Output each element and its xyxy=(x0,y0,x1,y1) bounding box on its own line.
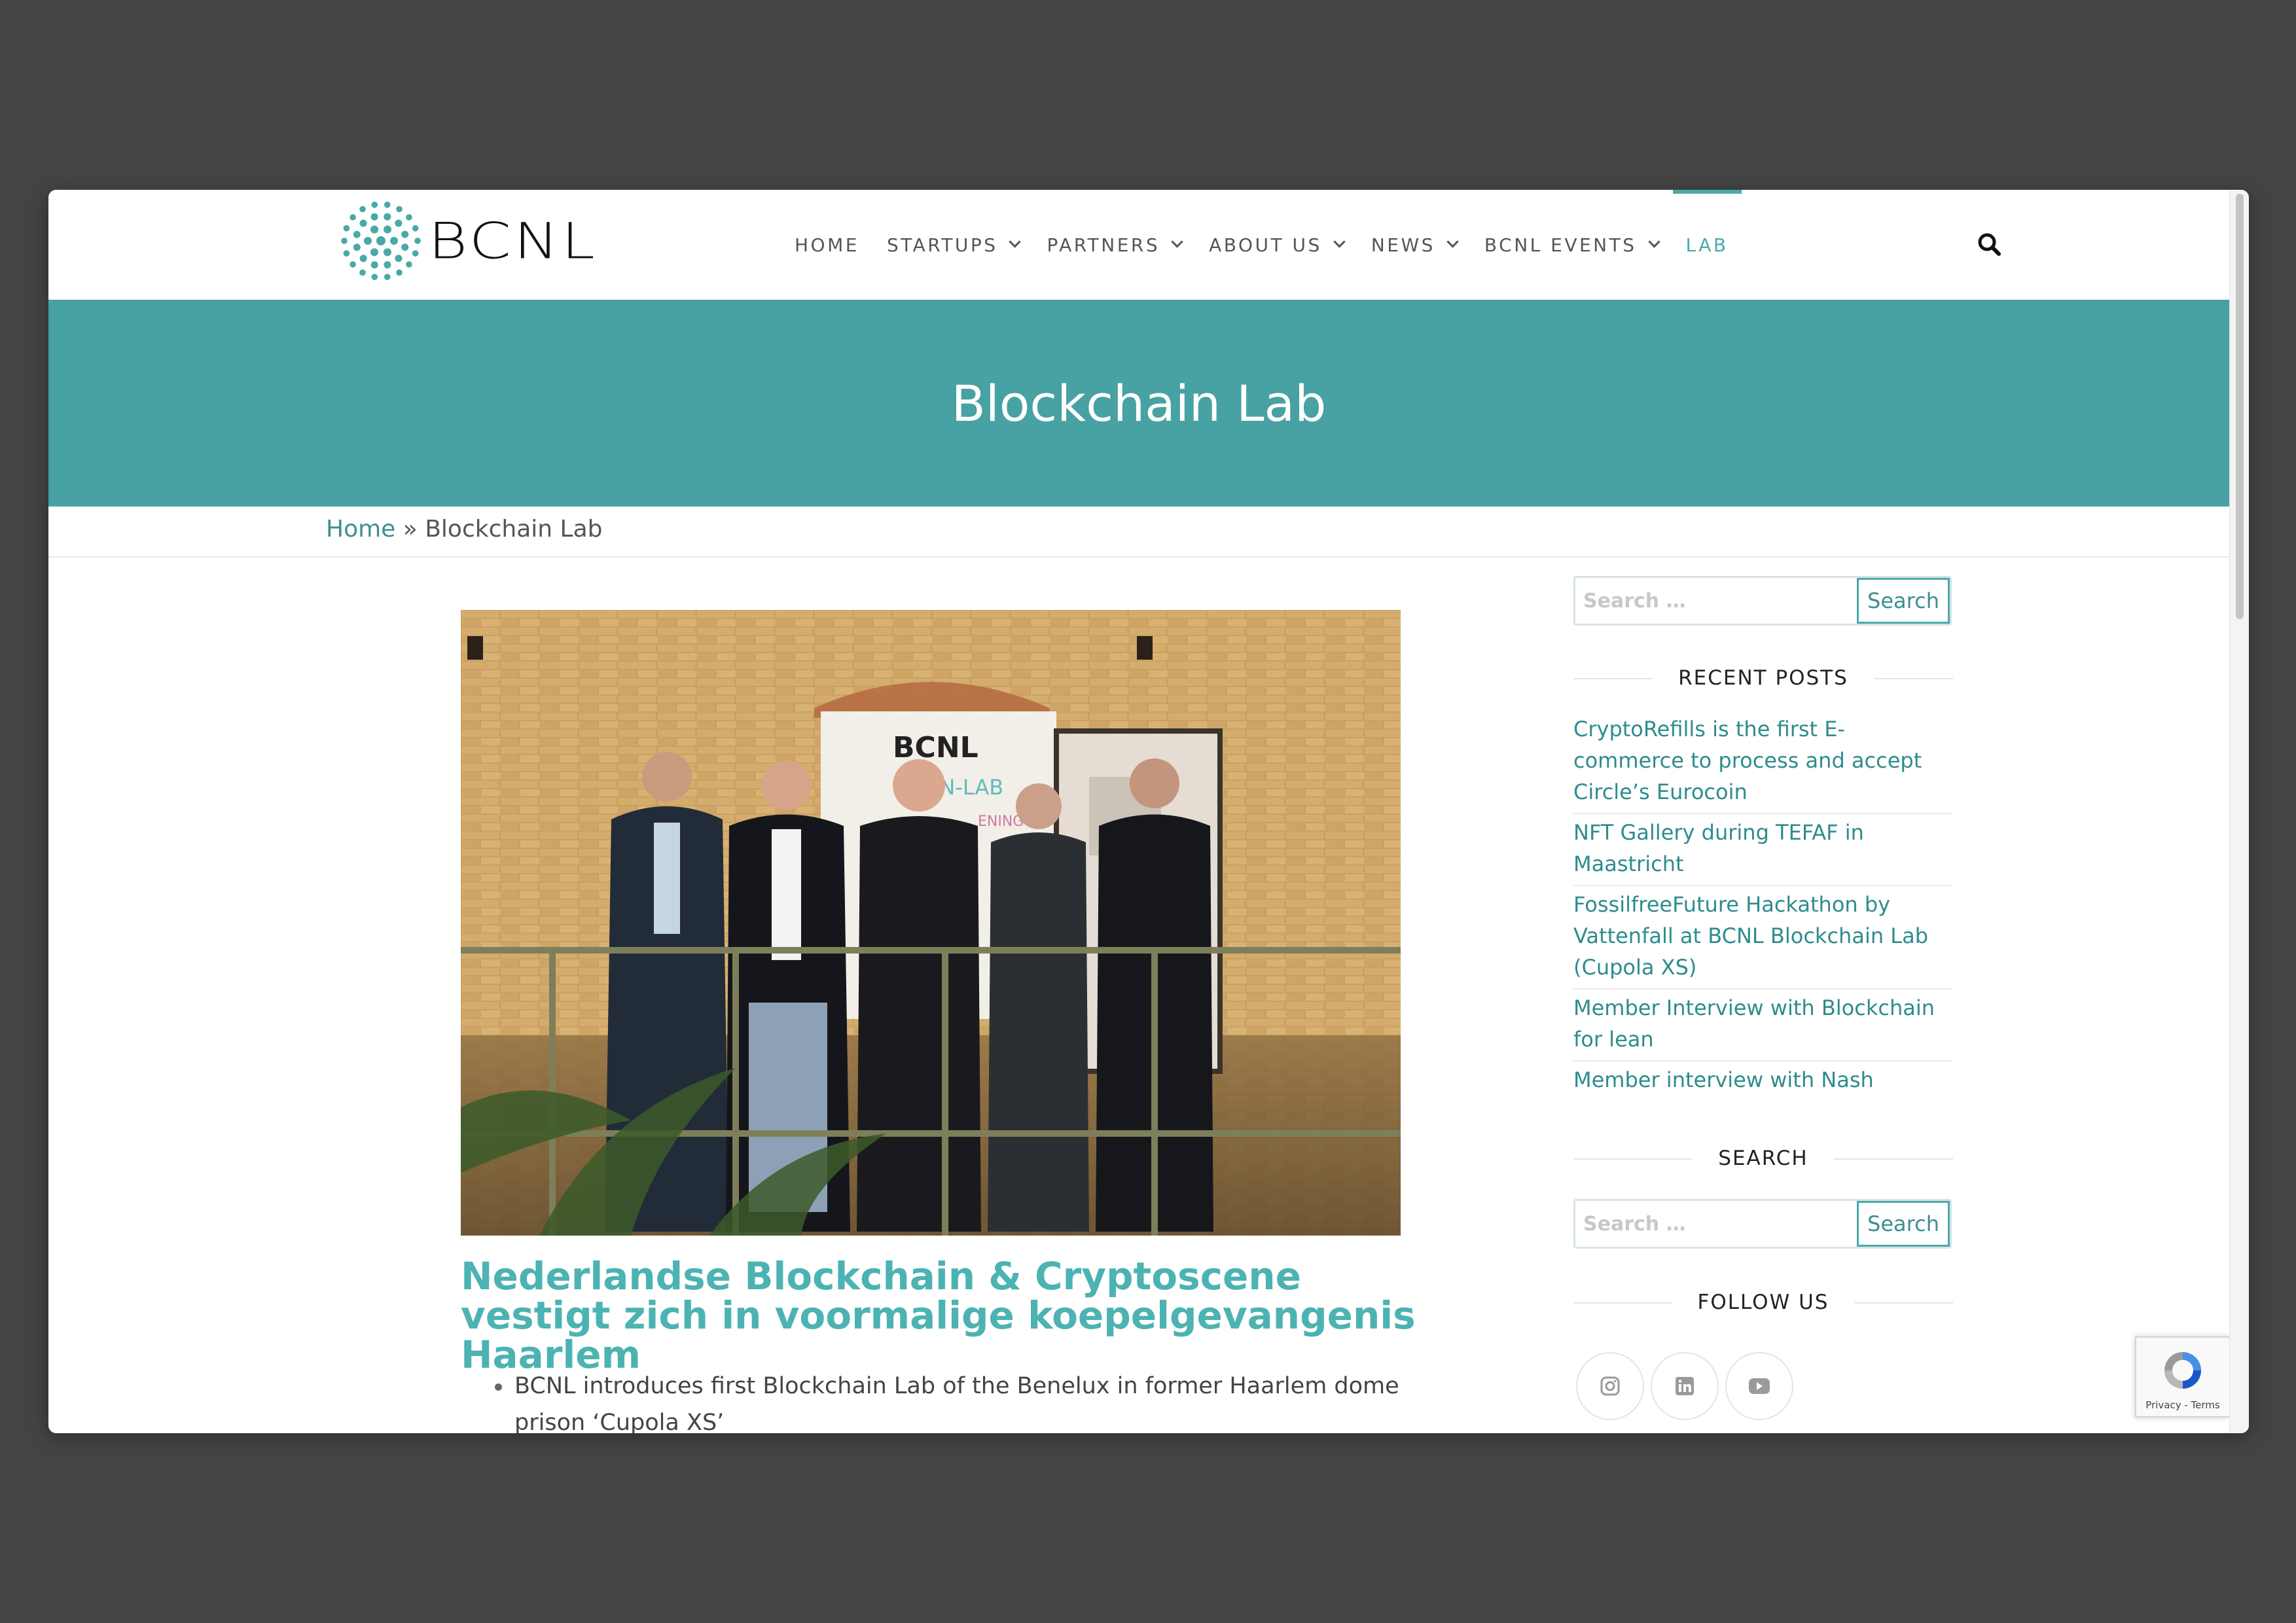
article-title-link[interactable]: Nederlandse Blockchain & Cryptoscene ves… xyxy=(461,1257,1416,1374)
main-nav: HOME STARTUPS PARTNERS ABOUT US NEWS BCN… xyxy=(795,190,1756,300)
sidebar: Search RECENT POSTS CryptoRefills is the… xyxy=(1573,576,1953,1420)
poster-brand: BCNL xyxy=(893,731,978,764)
linkedin-icon xyxy=(1676,1377,1694,1395)
header-search-button[interactable] xyxy=(1975,230,2004,259)
chevron-down-icon xyxy=(1009,235,1022,248)
nav-label: BCNL EVENTS xyxy=(1484,234,1637,256)
nav-item-startups[interactable]: STARTUPS xyxy=(886,190,1022,300)
article-bullets: BCNL introduces first Blockchain Lab of … xyxy=(491,1368,1420,1433)
search-widget-title: SEARCH xyxy=(1692,1147,1835,1170)
nav-item-bcnl-events[interactable]: BCNL EVENTS xyxy=(1484,190,1660,300)
nav-label: ABOUT US xyxy=(1209,234,1322,256)
nav-label: PARTNERS xyxy=(1047,234,1160,256)
breadcrumb-home-link[interactable]: Home xyxy=(326,516,395,543)
sidebar-search-form: Search xyxy=(1573,576,1952,626)
recent-posts-list: CryptoRefills is the first E-commerce to… xyxy=(1573,711,1953,1101)
instagram-button[interactable] xyxy=(1576,1352,1644,1420)
browser-window: BCNL HOME STARTUPS PARTNERS ABOUT US NEW… xyxy=(48,190,2249,1433)
recent-post-link[interactable]: NFT Gallery during TEFAF in Maastricht xyxy=(1573,814,1953,886)
breadcrumb-current: Blockchain Lab xyxy=(425,516,603,543)
recaptcha-icon xyxy=(2164,1352,2201,1389)
page-title: Blockchain Lab xyxy=(951,374,1327,433)
scrollbar-thumb[interactable] xyxy=(2236,194,2244,619)
nav-item-news[interactable]: NEWS xyxy=(1371,190,1459,300)
logo-text: BCNL xyxy=(428,212,598,270)
page-hero: Blockchain Lab xyxy=(48,300,2229,507)
youtube-icon xyxy=(1749,1378,1770,1394)
recaptcha-links[interactable]: Privacy - Terms xyxy=(2145,1399,2219,1411)
nav-item-about-us[interactable]: ABOUT US xyxy=(1209,190,1346,300)
recent-post-link[interactable]: FossilfreeFuture Hackathon by Vattenfall… xyxy=(1573,886,1953,990)
group-photo: BCNL AIN-LAB ENING xyxy=(461,610,1401,1236)
chevron-down-icon xyxy=(1333,235,1346,248)
page-scrollbar[interactable] xyxy=(2229,190,2249,1433)
social-links xyxy=(1573,1352,1953,1420)
recent-post-link[interactable]: CryptoRefills is the first E-commerce to… xyxy=(1573,711,1953,814)
sidebar-search-button[interactable]: Search xyxy=(1857,578,1950,624)
search-icon xyxy=(1978,233,2001,256)
recaptcha-badge[interactable]: Privacy - Terms xyxy=(2135,1336,2229,1418)
recent-posts-title: RECENT POSTS xyxy=(1652,666,1874,690)
chevron-down-icon xyxy=(1446,235,1459,248)
breadcrumb: Home » Blockchain Lab xyxy=(48,507,2229,558)
linkedin-button[interactable] xyxy=(1651,1352,1719,1420)
poster-sub: ENING xyxy=(978,813,1024,830)
search-widget-button[interactable]: Search xyxy=(1857,1201,1950,1247)
nav-label: STARTUPS xyxy=(886,234,998,256)
chevron-down-icon xyxy=(1171,235,1183,248)
nav-item-lab[interactable]: LAB xyxy=(1672,190,1742,300)
follow-us-heading: FOLLOW US xyxy=(1573,1291,1953,1314)
nav-item-partners[interactable]: PARTNERS xyxy=(1047,190,1183,300)
search-widget-heading: SEARCH xyxy=(1573,1147,1953,1170)
site-logo[interactable]: BCNL xyxy=(336,196,598,285)
chevron-down-icon xyxy=(1647,235,1660,248)
search-widget-input[interactable] xyxy=(1575,1201,1857,1247)
instagram-icon xyxy=(1600,1376,1620,1396)
sidebar-search-input[interactable] xyxy=(1575,578,1857,624)
youtube-button[interactable] xyxy=(1725,1352,1793,1420)
recent-posts-heading: RECENT POSTS xyxy=(1573,666,1953,690)
nav-label: LAB xyxy=(1685,234,1729,256)
sidebar-search-form-2: Search xyxy=(1573,1199,1952,1249)
follow-us-title: FOLLOW US xyxy=(1671,1291,1856,1314)
recent-post-link[interactable]: Member Interview with Blockchain for lea… xyxy=(1573,990,1953,1061)
breadcrumb-separator: » xyxy=(395,516,425,543)
bcnl-logo-icon xyxy=(341,202,421,280)
nav-item-home[interactable]: HOME xyxy=(795,190,859,300)
featured-image[interactable]: BCNL AIN-LAB ENING xyxy=(461,610,1401,1236)
recent-post-link[interactable]: Member interview with Nash xyxy=(1573,1061,1953,1101)
people xyxy=(605,752,1213,1232)
nav-label: NEWS xyxy=(1371,234,1435,256)
nav-label: HOME xyxy=(795,234,859,256)
article-bullet: BCNL introduces first Blockchain Lab of … xyxy=(491,1368,1420,1433)
site-header: BCNL HOME STARTUPS PARTNERS ABOUT US NEW… xyxy=(48,190,2229,300)
